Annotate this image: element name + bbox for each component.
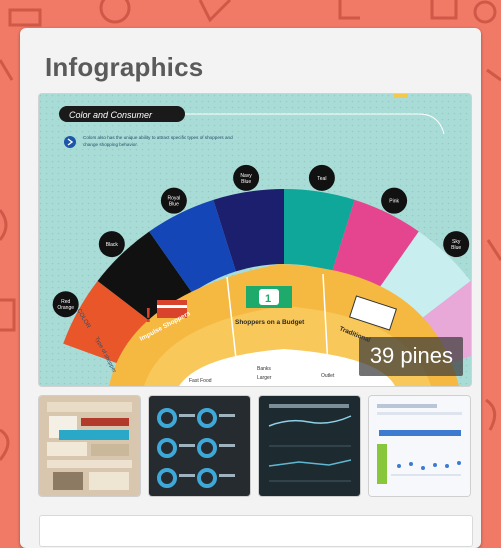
board-cover-image[interactable]: Color and Consumer Colors also has the u… <box>39 94 471 386</box>
color-badge-teal: Teal <box>308 164 335 191</box>
shopper-type-budget: Shoppers on a Budget <box>235 319 305 326</box>
cover-heading: Color and Consumer <box>69 110 153 120</box>
color-badge-pink: Pink <box>381 187 408 214</box>
svg-text:Blue: Blue <box>169 202 179 208</box>
color-badge-navy-blue: NavyBlue <box>233 164 260 191</box>
board-thumbnail-2[interactable] <box>149 396 250 496</box>
color-badge-red-orange: RedOrange <box>52 291 79 318</box>
board-thumbnail-3[interactable] <box>259 396 360 496</box>
board-title[interactable]: Infographics <box>45 52 203 83</box>
svg-text:Blue: Blue <box>451 245 461 251</box>
info-bullet-icon <box>64 136 76 148</box>
color-badge-black: Black <box>98 231 125 258</box>
next-board-card[interactable] <box>39 515 473 547</box>
board-thumbnail-4[interactable] <box>369 396 470 496</box>
cover-intro-line1: Colors also has the unique ability to at… <box>83 135 233 140</box>
svg-text:Black: Black <box>106 242 119 248</box>
pin-count-badge: 39 pines <box>358 337 463 376</box>
color-badge-royal-blue: RoyalBlue <box>160 187 187 214</box>
color-badge-sky-blue: SkyBlue <box>443 231 470 258</box>
svg-text:Blue: Blue <box>241 179 251 185</box>
footer-item-outlet: Outlet <box>321 373 335 379</box>
footer-item-banks: Banks <box>257 366 271 372</box>
footer-item-fastfood: Fast Food <box>189 378 212 384</box>
board-thumbnail-1[interactable] <box>39 396 140 496</box>
svg-text:1: 1 <box>265 293 271 305</box>
svg-text:Teal: Teal <box>317 176 326 182</box>
footer-item-larger: Larger <box>257 375 272 381</box>
cover-intro-line2: change shopping behavior. <box>83 142 138 147</box>
exclamation-icon: ! <box>145 305 152 327</box>
svg-text:Pink: Pink <box>389 199 399 205</box>
svg-text:Orange: Orange <box>57 305 74 311</box>
